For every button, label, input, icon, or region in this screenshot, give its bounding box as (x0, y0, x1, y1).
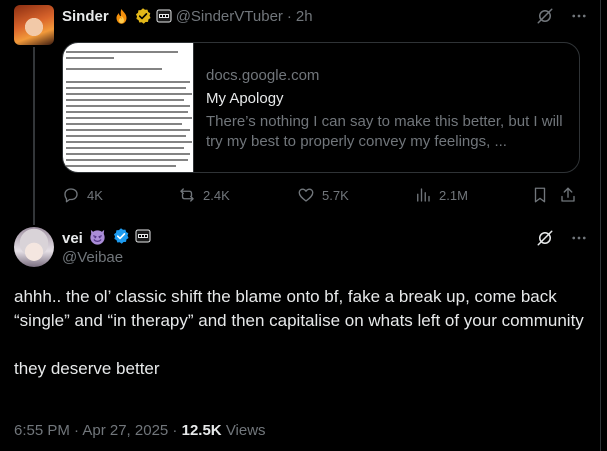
parent-handle[interactable]: @SinderVTuber (176, 8, 283, 25)
grok-icon[interactable] (535, 6, 555, 26)
sinder-avatar[interactable] (14, 5, 54, 45)
fire-icon (113, 8, 130, 25)
card-description: There’s nothing I can say to make this b… (206, 113, 563, 150)
verified-gold-icon[interactable] (134, 7, 152, 25)
tweet-timestamp[interactable]: 6:55 PM · Apr 27, 2025 · (14, 422, 177, 439)
like-count: 5.7K (322, 187, 349, 203)
share-icon (559, 186, 577, 204)
affiliate-badge-icon[interactable] (135, 228, 151, 248)
tweet-views-count: 12.5K (181, 422, 222, 439)
like-button[interactable]: 5.7K (297, 184, 349, 206)
main-tweet-header: vei (62, 228, 151, 248)
grok-icon[interactable] (535, 228, 555, 248)
tweet-paragraph-2: they deserve better (14, 359, 160, 378)
repost-count: 2.4K (203, 187, 230, 203)
main-tweet-text: ahhh.. the ol’ classic shift the blame o… (14, 285, 590, 381)
card-domain: docs.google.com (206, 67, 320, 84)
parent-tweet-header: Sinder @SinderVTuber · 2h (62, 6, 313, 26)
views-button[interactable]: 2.1M (414, 184, 468, 206)
bookmark-button[interactable] (531, 184, 549, 206)
thread-connector-line (33, 47, 35, 225)
right-gutter (601, 0, 607, 451)
document-thumbnail (63, 43, 194, 172)
verified-blue-icon[interactable] (112, 227, 130, 249)
card-body: docs.google.com My Apology There’s nothi… (194, 43, 579, 172)
tweet-paragraph-1: ahhh.. the ol’ classic shift the blame o… (14, 287, 584, 330)
main-handle[interactable]: @Veibae (62, 249, 123, 267)
more-icon[interactable] (569, 228, 589, 248)
parent-top-actions (535, 6, 589, 26)
repost-icon (178, 186, 196, 204)
parent-timestamp[interactable]: 2h (296, 8, 313, 25)
link-preview-card[interactable]: docs.google.com My Apology There’s nothi… (62, 42, 580, 173)
bookmark-icon (531, 186, 549, 204)
share-button[interactable] (559, 184, 577, 206)
parent-action-bar: 4K 2.4K 5.7K 2.1M (62, 184, 582, 206)
tweet-page: Sinder @SinderVTuber · 2h docs.google.co… (0, 0, 600, 451)
main-top-actions (535, 228, 589, 248)
affiliate-badge-icon[interactable] (156, 8, 172, 24)
repost-button[interactable]: 2.4K (178, 184, 230, 206)
reply-button[interactable]: 4K (62, 184, 103, 206)
main-display-name[interactable]: vei (62, 230, 83, 247)
tweet-meta: 6:55 PM · Apr 27, 2025 · 12.5K Views (14, 421, 266, 441)
header-separator: · (286, 7, 292, 25)
vei-avatar[interactable] (14, 227, 54, 267)
more-icon[interactable] (569, 6, 589, 26)
views-count: 2.1M (439, 187, 468, 203)
tweet-views-label: Views (225, 422, 266, 439)
views-chart-icon (414, 186, 432, 204)
reply-icon (62, 186, 80, 204)
heart-icon (297, 186, 315, 204)
reply-count: 4K (87, 187, 103, 203)
card-title: My Apology (206, 90, 284, 107)
parent-display-name[interactable]: Sinder (62, 8, 109, 25)
smiling-devil-icon (88, 227, 107, 250)
